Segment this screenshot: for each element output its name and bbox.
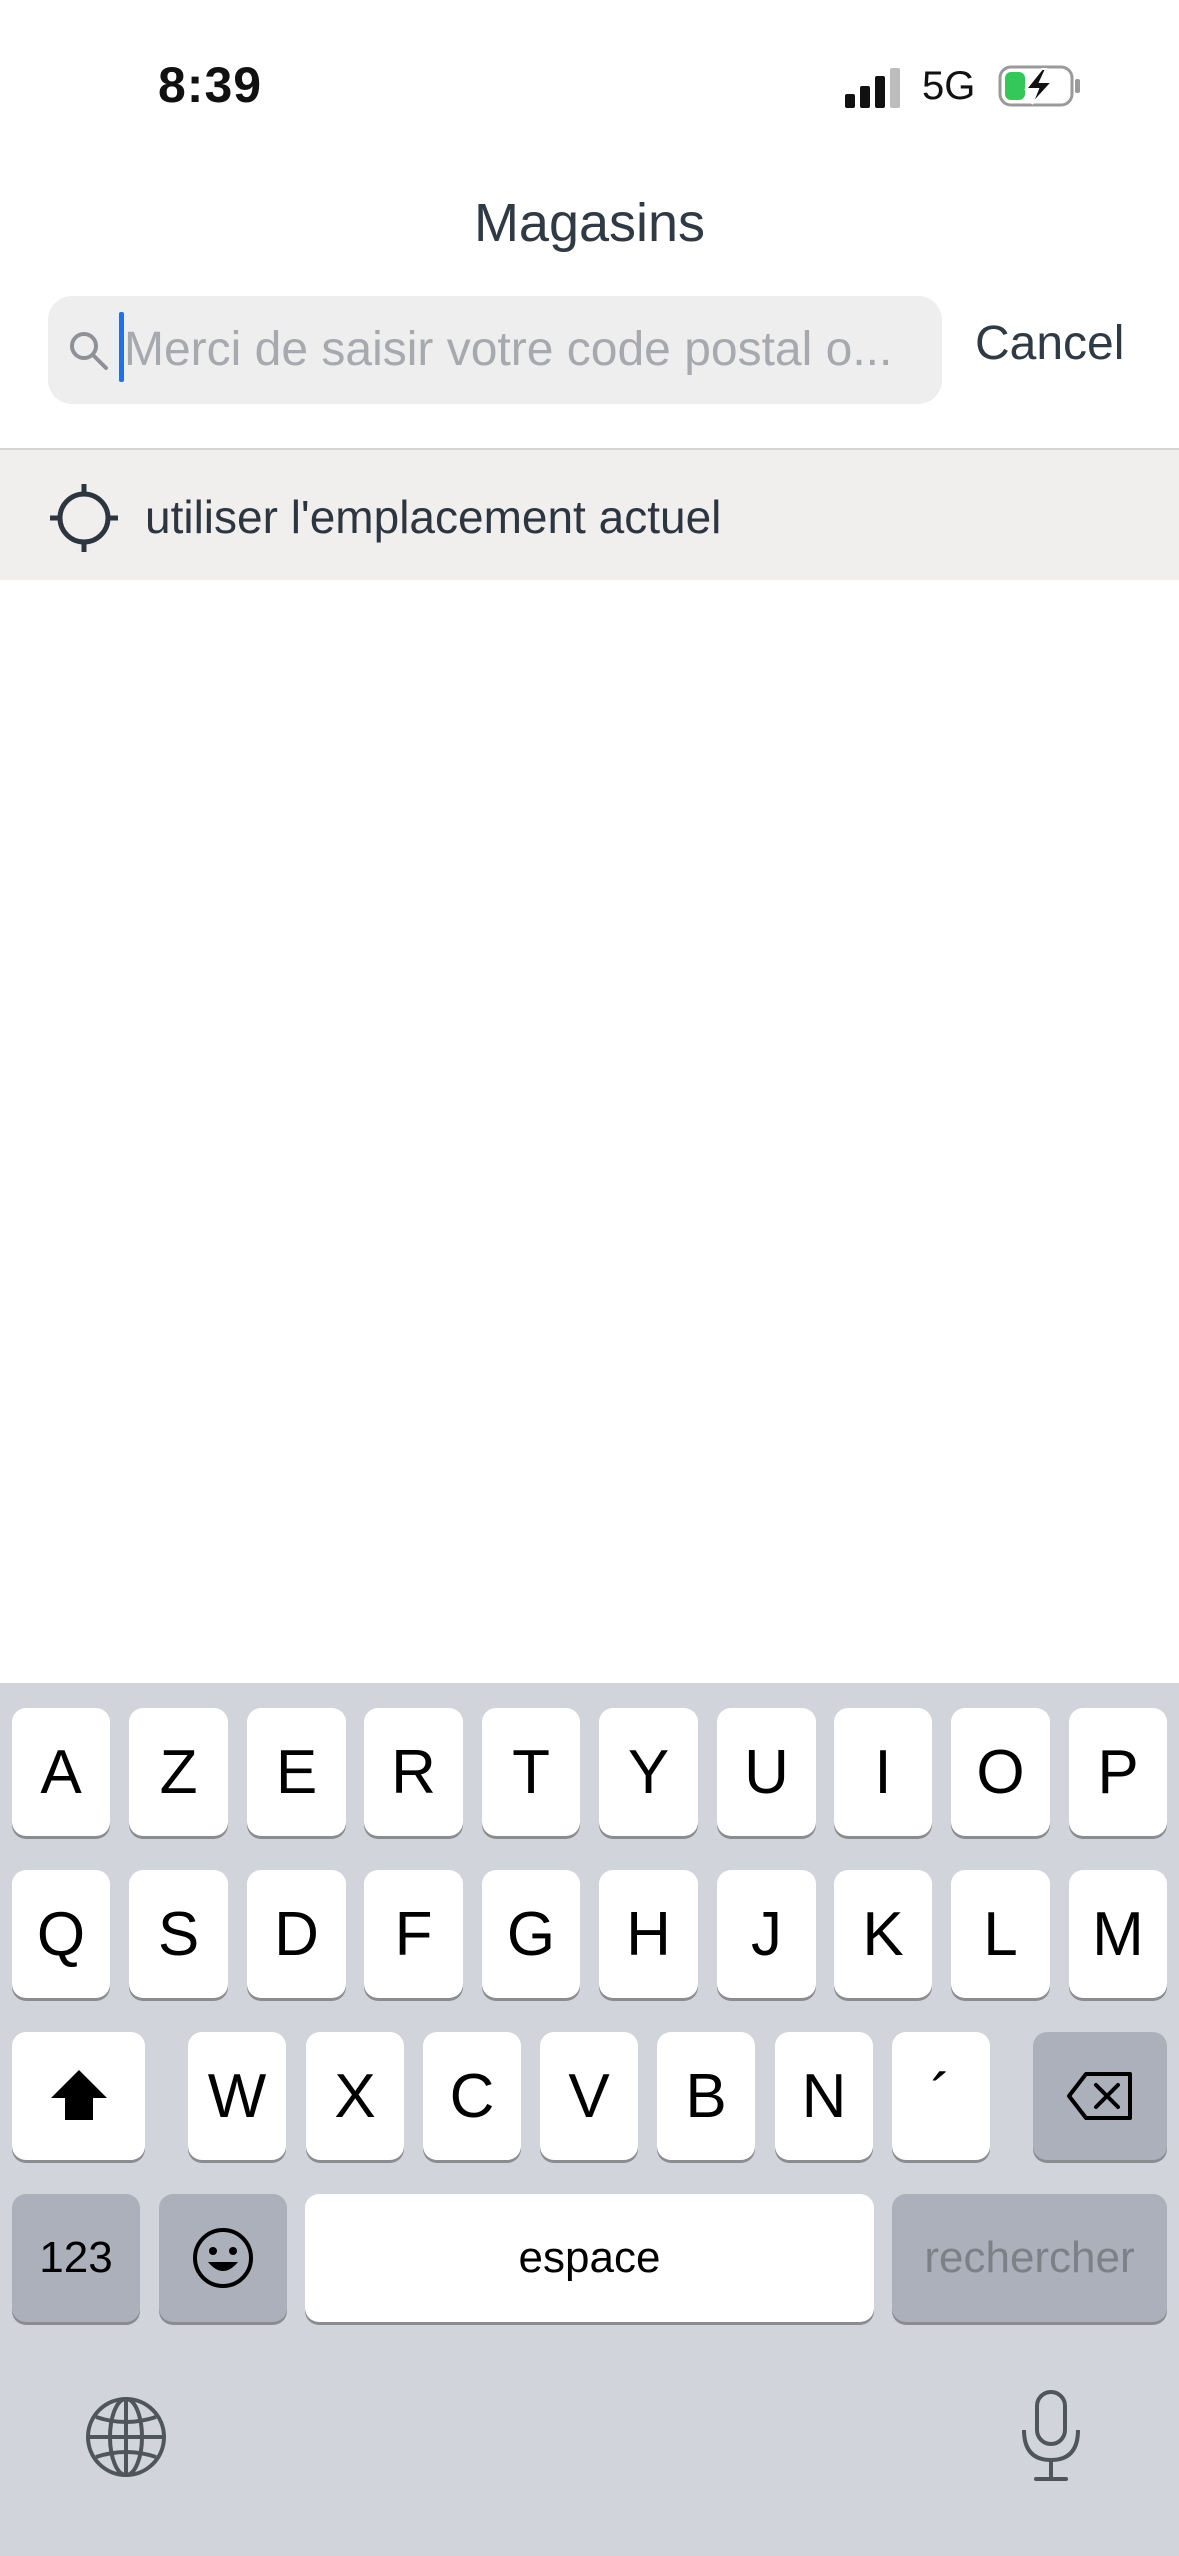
- shift-arrow-icon: [50, 2070, 107, 2120]
- key-t[interactable]: T: [482, 1708, 580, 1836]
- cellular-signal-icon: [845, 68, 900, 108]
- network-type-label: 5G: [922, 64, 976, 108]
- backspace-icon: [1067, 2072, 1132, 2120]
- key-d[interactable]: D: [247, 1870, 346, 1998]
- key-v[interactable]: V: [540, 2032, 638, 2160]
- key-h[interactable]: H: [599, 1870, 698, 1998]
- key-q[interactable]: Q: [12, 1870, 110, 1998]
- search-input[interactable]: [124, 316, 924, 382]
- key-r[interactable]: R: [364, 1708, 463, 1836]
- status-bar-time: 8:39: [158, 57, 263, 113]
- key-n[interactable]: N: [775, 2032, 873, 2160]
- microphone-icon[interactable]: [1016, 2388, 1086, 2484]
- key-l[interactable]: L: [951, 1870, 1050, 1998]
- key-u[interactable]: U: [717, 1708, 816, 1836]
- key-j[interactable]: J: [717, 1870, 816, 1998]
- numbers-key[interactable]: 123: [12, 2194, 140, 2322]
- emoji-key[interactable]: [159, 2194, 287, 2322]
- key-o[interactable]: O: [951, 1708, 1050, 1836]
- key-i[interactable]: I: [834, 1708, 932, 1836]
- cancel-button[interactable]: Cancel: [975, 316, 1124, 371]
- key-w[interactable]: W: [188, 2032, 286, 2160]
- emoji-icon: [193, 2228, 253, 2288]
- key-y[interactable]: Y: [599, 1708, 698, 1836]
- key-s[interactable]: S: [129, 1870, 228, 1998]
- page-title: Magasins: [473, 193, 706, 253]
- globe-icon[interactable]: [84, 2395, 168, 2479]
- search-key[interactable]: rechercher: [892, 2194, 1167, 2322]
- key-x[interactable]: X: [306, 2032, 404, 2160]
- key-g[interactable]: G: [482, 1870, 580, 1998]
- key-k[interactable]: K: [834, 1870, 932, 1998]
- shift-key[interactable]: [12, 2032, 145, 2160]
- battery-charging-icon: [998, 65, 1080, 107]
- key-z[interactable]: Z: [129, 1708, 228, 1836]
- key-c[interactable]: C: [423, 2032, 521, 2160]
- key-f[interactable]: F: [364, 1870, 463, 1998]
- use-current-location-label: utiliser l'emplacement actuel: [145, 491, 722, 543]
- key-p[interactable]: P: [1069, 1708, 1167, 1836]
- key-m[interactable]: M: [1069, 1870, 1167, 1998]
- key-b[interactable]: B: [657, 2032, 755, 2160]
- delete-key[interactable]: [1033, 2032, 1167, 2160]
- crosshair-location-icon: [50, 484, 118, 552]
- key-e[interactable]: E: [247, 1708, 346, 1836]
- key-acute-accent[interactable]: ´: [892, 2032, 990, 2160]
- space-key[interactable]: espace: [305, 2194, 874, 2322]
- search-icon: [70, 332, 108, 370]
- key-a[interactable]: A: [12, 1708, 110, 1836]
